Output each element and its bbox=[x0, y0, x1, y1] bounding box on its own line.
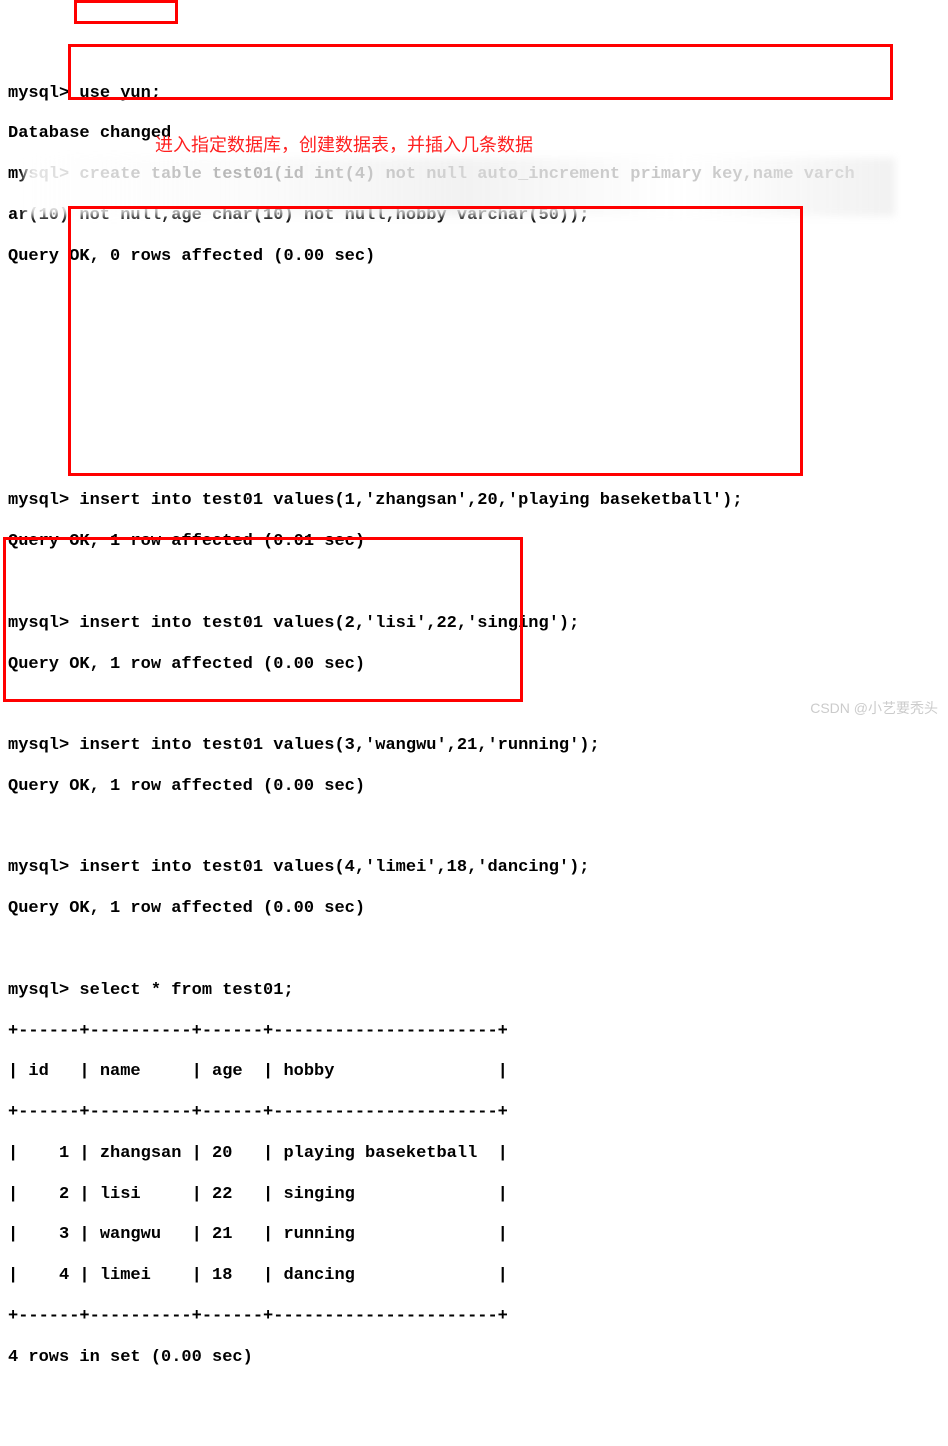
terminal-line: Query OK, 1 row affected (0.00 sec) bbox=[8, 655, 948, 675]
terminal-line: mysql> insert into test01 values(4,'lime… bbox=[8, 858, 948, 878]
terminal-line: 4 rows in set (0.00 sec) bbox=[8, 1348, 948, 1368]
table-row: | 4 | limei | 18 | dancing | bbox=[8, 1266, 948, 1286]
terminal-line: mysql> use yun; bbox=[8, 84, 948, 104]
terminal-line bbox=[8, 940, 948, 960]
table-row: | 2 | lisi | 22 | singing | bbox=[8, 1185, 948, 1205]
terminal-line: Query OK, 0 rows affected (0.00 sec) bbox=[8, 247, 948, 267]
terminal-line: Query OK, 1 row affected (0.01 sec) bbox=[8, 532, 948, 552]
smudge-overlay bbox=[25, 158, 895, 216]
terminal-line: mysql> insert into test01 values(2,'lisi… bbox=[8, 614, 948, 634]
terminal-line bbox=[8, 287, 948, 307]
table-border: +------+----------+------+--------------… bbox=[8, 1022, 948, 1042]
terminal-line bbox=[8, 573, 948, 593]
table-header: | id | name | age | hobby | bbox=[8, 1062, 948, 1082]
watermark: CSDN @小艺要秃头 bbox=[810, 700, 938, 717]
terminal-line: mysql> insert into test01 values(3,'wang… bbox=[8, 736, 948, 756]
terminal-line bbox=[8, 328, 948, 348]
terminal-line: Query OK, 1 row affected (0.00 sec) bbox=[8, 899, 948, 919]
terminal-line bbox=[8, 369, 948, 389]
terminal-line: mysql> select * from test01; bbox=[8, 981, 948, 1001]
terminal-line: Query OK, 1 row affected (0.00 sec) bbox=[8, 777, 948, 797]
table-row: | 1 | zhangsan | 20 | playing baseketbal… bbox=[8, 1144, 948, 1164]
terminal-line bbox=[8, 410, 948, 430]
table-border: +------+----------+------+--------------… bbox=[8, 1103, 948, 1123]
terminal-line bbox=[8, 451, 948, 471]
terminal-line bbox=[8, 818, 948, 838]
table-border: +------+----------+------+--------------… bbox=[8, 1307, 948, 1327]
table-row: | 3 | wangwu | 21 | running | bbox=[8, 1225, 948, 1245]
terminal-line bbox=[8, 695, 948, 715]
terminal-line: mysql> insert into test01 values(1,'zhan… bbox=[8, 491, 948, 511]
highlight-box-use-yun bbox=[74, 0, 178, 24]
annotation-text: 进入指定数据库，创建数据表，并插入几条数据 bbox=[155, 135, 533, 157]
